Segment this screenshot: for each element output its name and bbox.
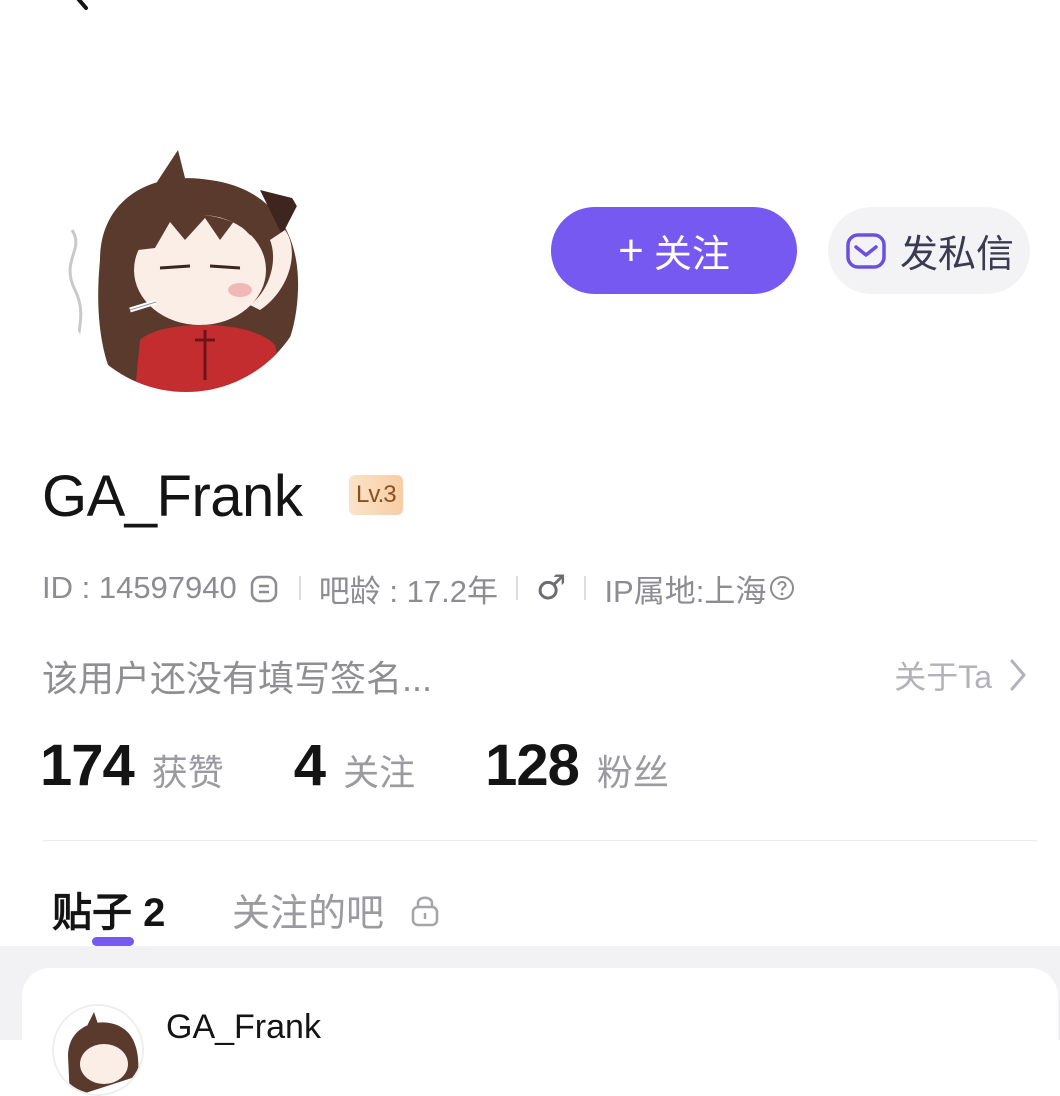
tab-followed-bars[interactable]: 关注的吧 (232, 882, 440, 937)
following-count: 4 (293, 733, 326, 798)
back-chevron-icon[interactable] (58, 0, 98, 18)
about-label: 关于Ta (894, 659, 992, 695)
following-stat[interactable]: 4 关注 (294, 732, 415, 799)
copy-icon[interactable] (249, 572, 281, 604)
divider (298, 576, 301, 600)
plus-icon: + (618, 225, 644, 275)
signature: 该用户还没有填写签名... (42, 658, 433, 699)
following-label: 关注 (343, 752, 416, 793)
avatar[interactable] (60, 140, 312, 392)
user-id: ID : 14597940 (42, 570, 237, 605)
section-divider (42, 840, 1038, 841)
likes-stat[interactable]: 174 获赞 (40, 732, 224, 799)
lock-icon (411, 896, 439, 926)
followers-stat[interactable]: 128 粉丝 (485, 732, 669, 799)
likes-label: 获赞 (151, 752, 224, 793)
divider (584, 576, 587, 600)
male-icon: ♂ (535, 568, 567, 608)
post-author-avatar[interactable] (52, 1004, 144, 1096)
followers-label: 粉丝 (596, 752, 669, 793)
followers-count: 128 (485, 733, 580, 798)
tab-posts[interactable]: 贴子 2 (52, 880, 165, 938)
follow-button-label: 关注 (653, 234, 730, 276)
ip-location: IP属地:上海 (604, 573, 767, 609)
mail-icon (846, 232, 886, 269)
stats-row: 174 获赞 4 关注 128 粉丝 (40, 732, 669, 799)
chevron-right-icon (1010, 659, 1026, 691)
account-age: 吧龄 : 17.2年 (318, 573, 498, 609)
level-badge: Lv.3 (349, 475, 403, 515)
divider (515, 576, 518, 600)
active-tab-indicator (92, 937, 134, 946)
post-author-name[interactable]: GA_Frank (166, 1008, 321, 1047)
tab-followed-bars-label: 关注的吧 (232, 893, 385, 935)
help-circle-icon[interactable] (768, 574, 796, 602)
about-link[interactable]: 关于Ta (894, 652, 1028, 698)
likes-count: 174 (40, 733, 135, 798)
send-message-button[interactable]: 发私信 (828, 207, 1030, 294)
profile-info-row: ID : 14597940 吧龄 : 17.2年 ♂ IP属地:上海 (42, 566, 796, 610)
username: GA_Frank (42, 464, 303, 529)
follow-button[interactable]: + 关注 (551, 207, 797, 294)
send-message-label: 发私信 (899, 234, 1014, 276)
